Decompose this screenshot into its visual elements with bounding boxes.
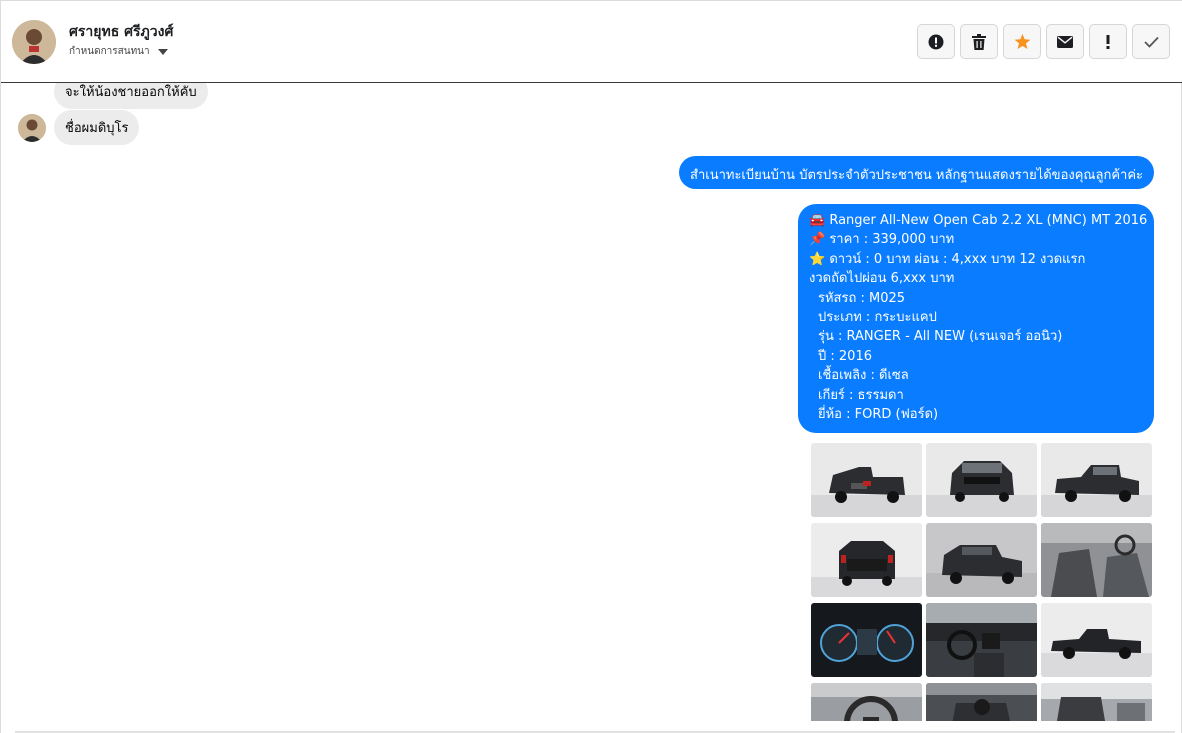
listing-year: ปี : 2016 [818,348,872,364]
contact-avatar-small[interactable] [18,114,46,142]
listing-gear: เกียร์ : ธรรมดา [818,387,904,403]
message-thread[interactable]: จะให้น้องชายออกให้คับ ชื่อผมดิบุโร สำเนา… [1,83,1182,721]
outgoing-message-listing[interactable]: 🚘 Ranger All-New Open Cab 2.2 XL (MNC) M… [798,204,1154,434]
contact-name[interactable]: ศรายุทธ ศรีภูวงศ์ [69,21,173,43]
dashboard-photo[interactable] [926,603,1037,677]
important-button[interactable] [1089,24,1127,59]
alert-circle-icon [928,34,944,49]
outgoing-message[interactable]: สำเนาทะเบียนบ้าน บัตรประจำตัวประชาชน หลั… [679,156,1154,189]
mark-unread-button[interactable] [1046,24,1084,59]
check-icon [1143,36,1159,48]
steering-wheel-photo[interactable] [811,683,922,721]
messenger-window: ศรายุทธ ศรีภูวงศ์ กำหนดการสนทนา จะให้น้อ… [0,0,1182,733]
contact-avatar[interactable] [12,20,56,64]
star-icon [1014,33,1030,49]
listing-title: 🚘 Ranger All-New Open Cab 2.2 XL (MNC) M… [809,213,1148,228]
listing-down-payment: ⭐ ดาวน์ : 0 บาท ผ่อน : 4,xxx บาท 12 งวดแ… [809,251,1086,267]
done-button[interactable] [1132,24,1170,59]
caret-down-icon [157,48,168,55]
car-photo[interactable] [1041,443,1152,517]
photo-grid [811,443,1152,721]
conversation-settings-dropdown[interactable]: กำหนดการสนทนา [69,44,168,59]
incoming-message[interactable]: จะให้น้องชายออกให้คับ [54,83,208,109]
listing-code: รหัสรถ : M025 [818,290,906,306]
listing-model: รุ่น : RANGER - All NEW (เรนเจอร์ ออนิว) [818,329,1063,345]
listing-brand: ยี่ห้อ : FORD (ฟอร์ด) [818,407,939,423]
delete-button[interactable] [960,24,998,59]
car-photo[interactable] [926,443,1037,517]
trash-icon [972,33,986,50]
car-photo[interactable] [811,443,922,517]
gauge-cluster-photo[interactable] [811,603,922,677]
door-panel-photo[interactable] [1041,683,1152,721]
cabin-photo[interactable] [1041,523,1152,597]
conversation-settings-label: กำหนดการสนทนา [69,46,150,57]
gear-lever-photo[interactable] [926,683,1037,721]
car-photo[interactable] [811,523,922,597]
listing-price: 📌 ราคา : 339,000 บาท [809,232,955,248]
listing-type: ประเภท : กระบะแคป [818,310,937,326]
incoming-message[interactable]: ชื่อผมดิบุโร [54,110,140,145]
car-photo[interactable] [926,523,1037,597]
report-button[interactable] [917,24,955,59]
favorite-button[interactable] [1003,24,1041,59]
conversation-header: ศรายุทธ ศรีภูวงศ์ กำหนดการสนทนา [1,1,1182,83]
listing-fuel: เชื้อเพลิง : ดีเซล [818,368,909,384]
action-toolbar [917,24,1170,59]
car-photo[interactable] [1041,603,1152,677]
listing-next-installment: งวดถัดไปผ่อน 6,xxx บาท [809,271,955,287]
exclamation-icon [1106,34,1110,49]
envelope-icon [1057,35,1073,48]
